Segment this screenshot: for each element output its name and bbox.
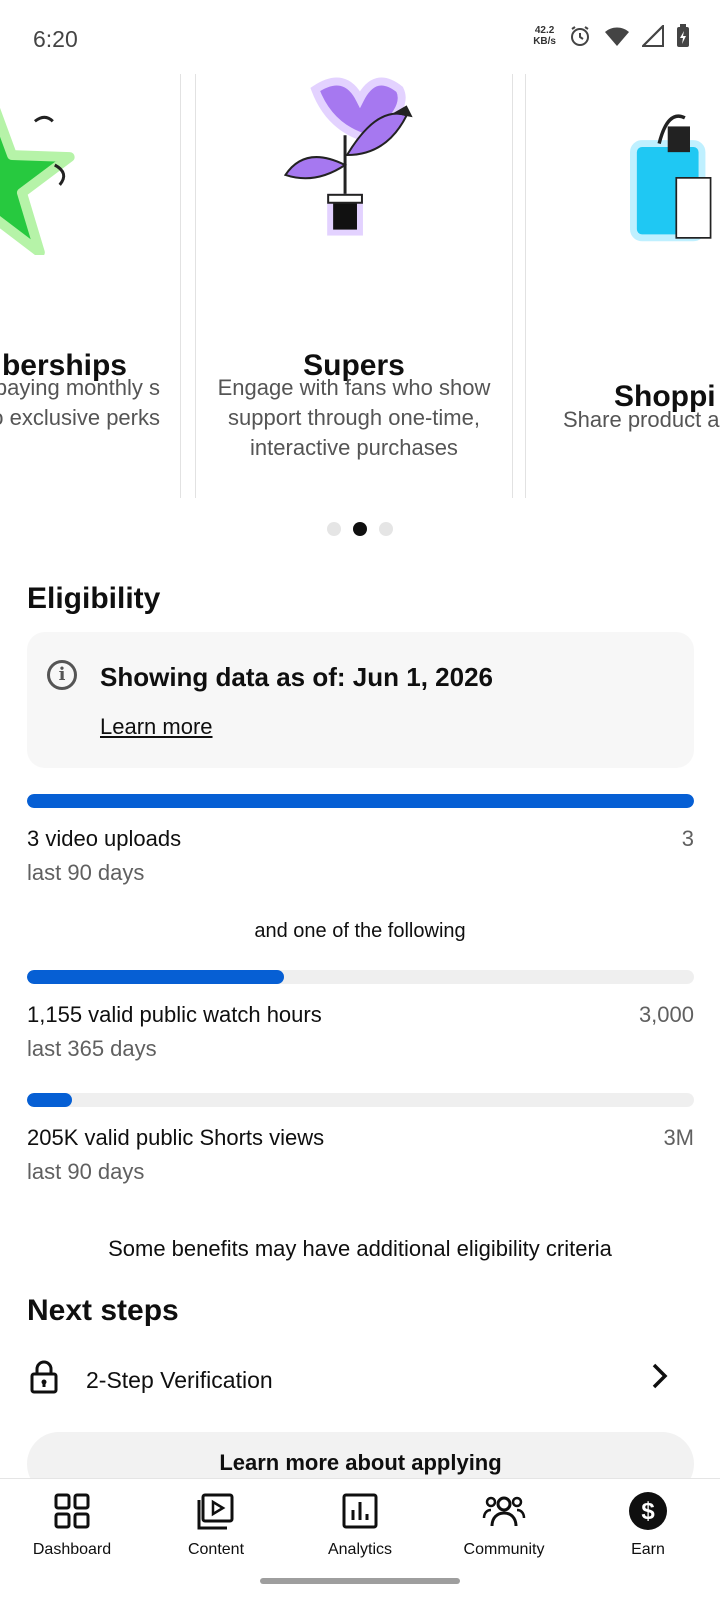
metric-label: 1,155 valid public watch hours: [27, 1002, 322, 1027]
home-indicator[interactable]: [260, 1578, 460, 1584]
shorts-views-progress-bar: [27, 1093, 694, 1107]
next-steps-title: Next steps: [27, 1294, 179, 1327]
analytics-icon: [342, 1493, 378, 1529]
nav-earn[interactable]: $ Earn: [576, 1489, 720, 1559]
nav-community[interactable]: Community: [432, 1489, 576, 1559]
learn-more-link[interactable]: Learn more: [100, 714, 213, 740]
nav-dashboard[interactable]: Dashboard: [0, 1489, 144, 1559]
progress-fill: [27, 970, 284, 984]
progress-fill: [27, 794, 694, 808]
earn-icon: $: [629, 1492, 667, 1530]
watch-hours-metric: 1,155 valid public watch hours last 365 …: [27, 1002, 694, 1062]
info-icon: i: [47, 660, 77, 690]
metric-label: 205K valid public Shorts views: [27, 1125, 325, 1150]
shopping-bag-illustration-icon: [630, 114, 712, 242]
metric-target: 3,000: [638, 1002, 694, 1027]
data-date-text: Showing data as of: Jun 1, 2026: [100, 662, 493, 692]
carousel-dots: [0, 522, 720, 536]
nav-label: Community: [463, 1541, 545, 1558]
card-description: Engage with fans who show support throug…: [217, 375, 491, 460]
svg-text:$: $: [641, 1498, 655, 1525]
next-step-label: 2-Step Verification: [86, 1367, 273, 1393]
carousel-card-memberships[interactable]: berships a fan club of paying monthly s …: [0, 74, 181, 498]
video-uploads-metric: 3 video uploads last 90 days 3: [27, 826, 694, 886]
video-uploads-progress-bar: [27, 794, 694, 808]
wifi-icon: [605, 27, 629, 46]
net-speed: 42.2 KB/s: [533, 25, 556, 47]
benefits-criteria-note: Some benefits may have additional eligib…: [108, 1236, 612, 1261]
chevron-right-icon: [652, 1363, 668, 1389]
next-step-2sv[interactable]: 2-Step Verification: [0, 1352, 720, 1424]
card-description: a fan club of paying monthly s to exclus…: [0, 375, 160, 430]
dashboard-icon: [54, 1493, 90, 1529]
status-time: 6:20: [33, 26, 78, 52]
carousel-card-supers[interactable]: Supers Engage with fans who show support…: [195, 74, 513, 498]
net-speed-value: 42.2: [534, 25, 555, 36]
metric-period: last 90 days: [27, 860, 145, 885]
shorts-views-metric: 205K valid public Shorts views last 90 d…: [27, 1125, 694, 1185]
card-description: Share product and help viewe: [563, 407, 720, 432]
status-bar: 6:20 42.2 KB/s: [0, 0, 720, 80]
nav-label: Content: [187, 1541, 245, 1558]
star-illustration-icon: [0, 107, 75, 255]
signal-icon: [642, 25, 664, 47]
metric-target: 3M: [663, 1125, 694, 1150]
progress-fill: [27, 1093, 73, 1107]
status-icons: 42.2 KB/s: [533, 24, 690, 48]
metric-target: 3: [681, 826, 694, 851]
plant-illustration-icon: [283, 77, 413, 236]
alarm-icon: [571, 26, 589, 46]
nav-analytics[interactable]: Analytics: [288, 1489, 432, 1559]
metric-period: last 90 days: [27, 1159, 145, 1184]
carousel-dot[interactable]: [327, 522, 341, 536]
nav-label: Dashboard: [32, 1541, 112, 1558]
content-icon: [197, 1493, 234, 1530]
watch-hours-progress-bar: [27, 970, 694, 984]
metric-label: 3 video uploads: [27, 826, 182, 851]
nav-label: Earn: [631, 1541, 665, 1558]
metric-period: last 365 days: [27, 1036, 157, 1061]
data-date-info-box: i Showing data as of: Jun 1, 2026 Learn …: [27, 632, 694, 768]
net-speed-unit: KB/s: [533, 36, 556, 47]
bottom-nav: Dashboard Content Analytics Community $ …: [0, 1478, 720, 1600]
battery-icon: [677, 24, 689, 47]
nav-content[interactable]: Content: [144, 1489, 288, 1559]
lock-icon: [30, 1360, 58, 1394]
nav-label: Analytics: [327, 1541, 393, 1558]
one-of-following-note: and one of the following: [254, 920, 466, 942]
eligibility-title: Eligibility: [27, 582, 161, 615]
community-icon: [482, 1496, 526, 1527]
carousel-card-shopping[interactable]: Shoppi Share product and help viewe: [525, 74, 720, 498]
carousel-dot[interactable]: [379, 522, 393, 536]
carousel-dot-active[interactable]: [353, 522, 367, 536]
feature-carousel[interactable]: berships a fan club of paying monthly s …: [0, 74, 720, 498]
